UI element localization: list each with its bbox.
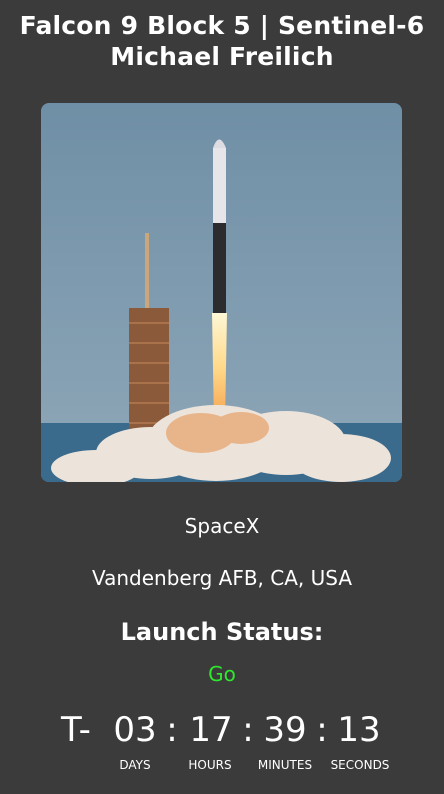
launch-image [41,103,402,482]
countdown: T- 03 : 17 : 39 : 13 DAYS HOURS MINUTES … [0,708,444,778]
launch-status-heading: Launch Status: [120,618,324,646]
countdown-minutes-label: MINUTES [257,758,313,772]
launch-provider: SpaceX [184,514,260,538]
countdown-hours-label: HOURS [188,758,232,772]
countdown-separator: : [316,710,328,750]
countdown-separator: : [166,710,178,750]
countdown-minutes: 39 [263,710,307,750]
countdown-days-label: DAYS [119,758,151,772]
launch-title: Falcon 9 Block 5 | Sentinel-6 Michael Fr… [19,11,425,71]
countdown-hours: 17 [189,710,233,750]
countdown-prefix: T- [61,710,91,750]
countdown-seconds-label: SECONDS [330,758,390,772]
countdown-days: 03 [113,710,157,750]
launch-location: Vandenberg AFB, CA, USA [91,566,353,590]
countdown-seconds: 13 [337,710,381,750]
countdown-separator: : [242,710,254,750]
launch-status-value: Go [208,662,236,686]
